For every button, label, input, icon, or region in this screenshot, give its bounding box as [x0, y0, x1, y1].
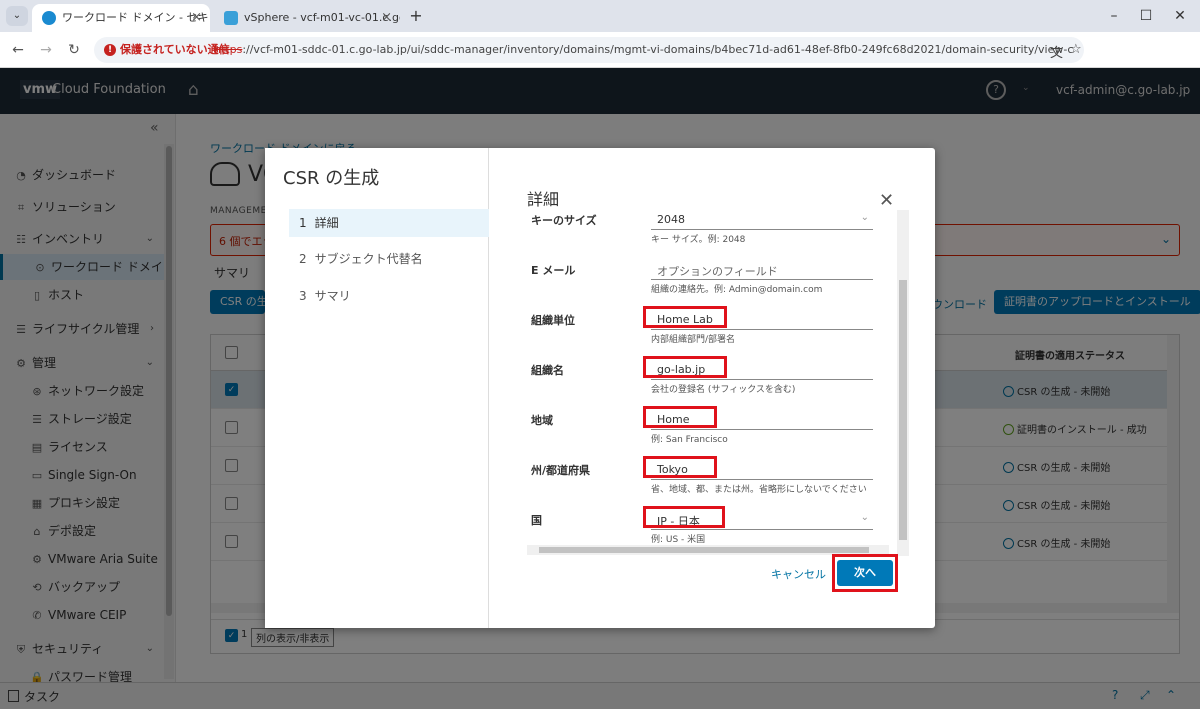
back-icon[interactable]: ←: [8, 40, 28, 60]
highlight-box: [643, 356, 727, 378]
country-help: 例: US - 米国: [651, 535, 706, 545]
highlight-box: [643, 506, 725, 528]
form-scroll-thumb[interactable]: [899, 280, 907, 540]
step-label: サブジェクト代替名: [314, 252, 423, 266]
email-label: E メール: [531, 264, 576, 277]
browser-tab-vsphere[interactable]: vSphere - vcf-m01-vc-01.c.go-l ×: [214, 4, 400, 32]
forward-icon[interactable]: →: [36, 40, 56, 60]
org-unit-help: 内部組織部門/部署名: [651, 335, 736, 345]
org-name-label: 組織名: [531, 364, 564, 377]
chevron-down-icon: ⌄: [860, 512, 869, 523]
state-help: 省、地域、都、または州。省略形にしないでください: [651, 485, 867, 495]
omnibox[interactable]: ! 保護されていない通信 https://vcf-m01-sddc-01.c.g…: [94, 37, 1084, 63]
state-label: 州/都道府県: [531, 464, 591, 477]
email-help: 組織の連絡先。例: Admin@domain.com: [651, 285, 823, 295]
vsphere-favicon-icon: [224, 11, 238, 25]
address-bar: ← → ↻ ! 保護されていない通信 https://vcf-m01-sddc-…: [0, 32, 1200, 92]
url-scheme: https: [214, 43, 243, 56]
tab-title: vSphere - vcf-m01-vc-01.c.go-l: [244, 11, 400, 24]
reload-icon[interactable]: ↻: [64, 40, 84, 60]
key-size-value: 2048: [657, 213, 685, 226]
locality-help: 例: San Francisco: [651, 435, 728, 445]
close-tab-icon[interactable]: ×: [191, 4, 202, 32]
tab-title: ワークロード ドメイン - セキュリティ: [62, 11, 210, 24]
browser-tab-bar: ⌄ ワークロード ドメイン - セキュリティ × vSphere - vcf-m…: [0, 0, 1200, 32]
highlight-box: [643, 406, 717, 428]
step-number: 1: [299, 216, 307, 230]
highlight-box: [643, 306, 727, 328]
vmware-favicon-icon: [42, 11, 56, 25]
step-label: 詳細: [314, 216, 339, 230]
org-name-help: 会社の登録名 (サフィックスを含む): [651, 385, 796, 395]
highlight-box: [832, 554, 898, 592]
step-number: 3: [299, 289, 307, 303]
step-number: 2: [299, 252, 307, 266]
browser-tab-active[interactable]: ワークロード ドメイン - セキュリティ ×: [32, 4, 210, 32]
new-tab-icon[interactable]: +: [404, 4, 428, 28]
dialog-title: CSR の生成: [283, 168, 380, 189]
wizard-step-details[interactable]: 1 詳細: [289, 209, 489, 237]
org-unit-label: 組織単位: [531, 314, 575, 327]
key-size-select[interactable]: 2048 ⌄: [651, 210, 873, 230]
form-horizontal-thumb[interactable]: [539, 547, 869, 553]
warning-icon: !: [104, 44, 116, 56]
wizard-steps-panel: CSR の生成 1 詳細 2 サブジェクト代替名 3 サマリ: [265, 148, 489, 628]
translate-icon[interactable]: 文: [1050, 42, 1063, 61]
close-tab-icon[interactable]: ×: [381, 4, 392, 32]
key-size-help: キー サイズ。例: 2048: [651, 235, 746, 245]
wizard-step-summary[interactable]: 3 サマリ: [287, 282, 489, 310]
url-text[interactable]: https://vcf-m01-sddc-01.c.go-lab.jp/ui/s…: [214, 37, 1074, 63]
country-label: 国: [531, 514, 542, 527]
email-field[interactable]: オプションのフィールド: [651, 260, 873, 280]
generate-csr-dialog: CSR の生成 1 詳細 2 サブジェクト代替名 3 サマリ 詳細 ✕ キーのサイズ …: [265, 148, 935, 628]
bookmark-star-icon[interactable]: ☆: [1070, 42, 1082, 57]
csr-form: キーのサイズ 2048 ⌄ キー サイズ。例: 2048 E メール オプションの…: [527, 210, 907, 546]
step-label: サマリ: [314, 289, 351, 303]
section-title: 詳細: [527, 190, 560, 209]
window-close-icon[interactable]: ✕: [1160, 0, 1200, 32]
url-path: ://vcf-m01-sddc-01.c.go-lab.jp/ui/sddc-m…: [242, 43, 1074, 56]
close-icon[interactable]: ✕: [879, 190, 894, 211]
locality-label: 地域: [531, 414, 553, 427]
key-size-label: キーのサイズ: [531, 214, 597, 227]
wizard-step-san[interactable]: 2 サブジェクト代替名: [287, 245, 489, 273]
cancel-button[interactable]: キャンセル: [771, 566, 826, 582]
highlight-box: [643, 456, 717, 478]
tab-search-icon[interactable]: ⌄: [6, 6, 28, 26]
chevron-down-icon: ⌄: [860, 212, 869, 223]
